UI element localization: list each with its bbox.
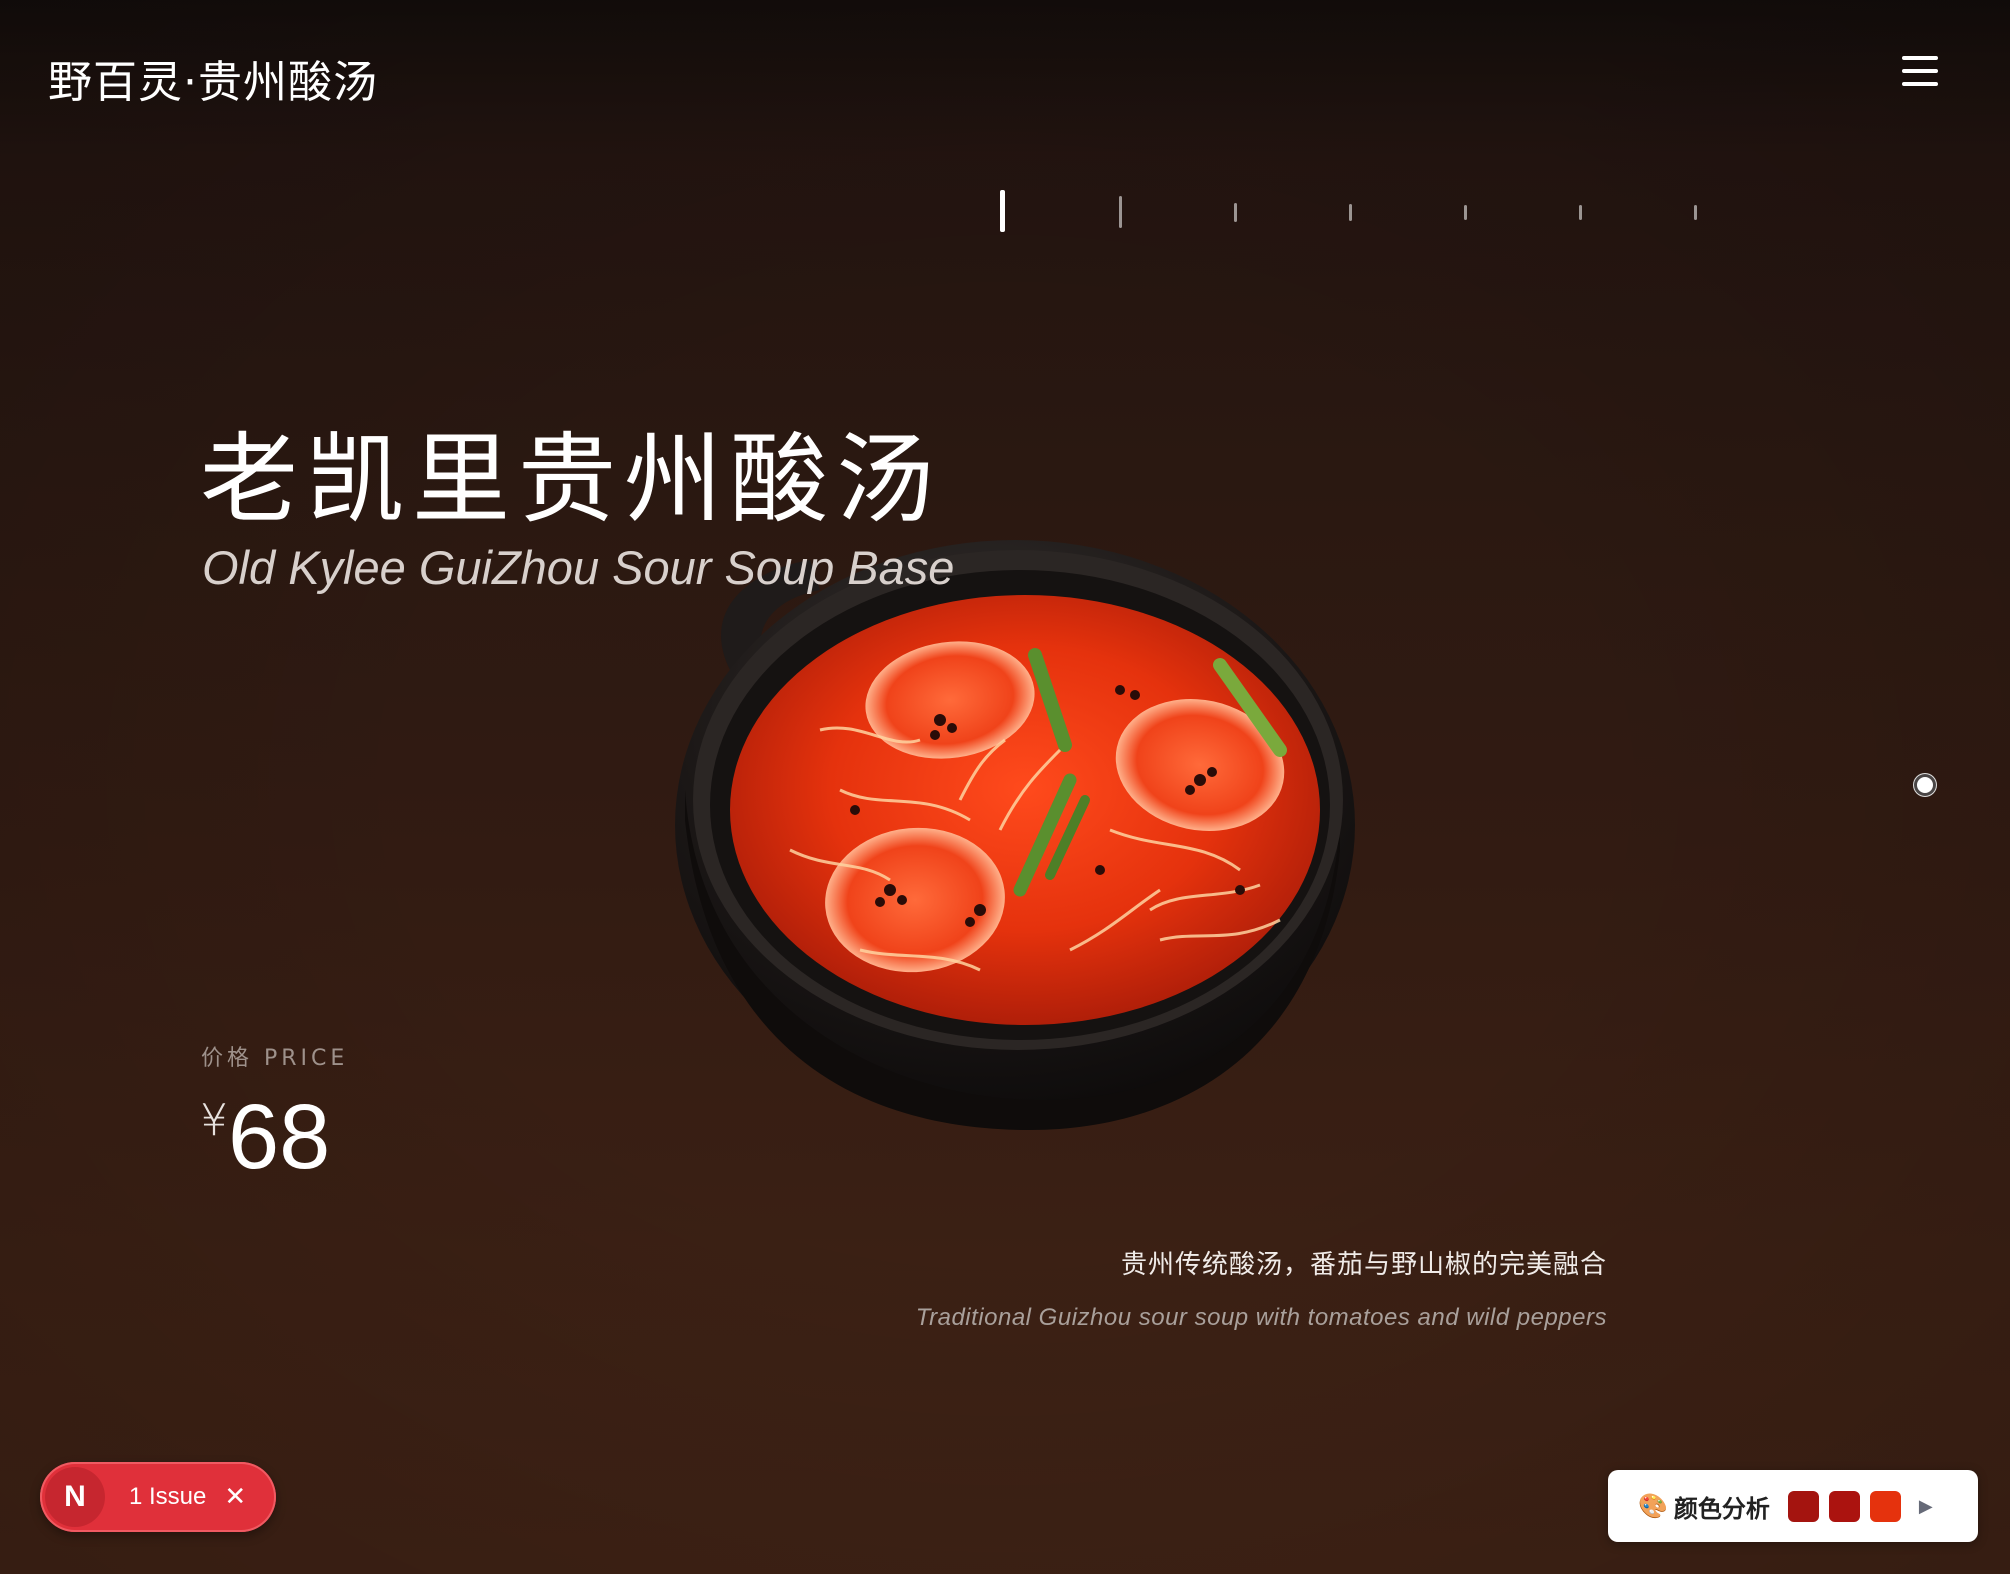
slide-tick-7[interactable] <box>1694 205 1697 220</box>
issue-count-label[interactable]: 1 Issue <box>129 1483 206 1511</box>
close-icon[interactable]: ✕ <box>224 1482 246 1512</box>
price-display: ¥68 <box>200 1085 330 1190</box>
slide-tick-6[interactable] <box>1579 205 1582 220</box>
issues-badge[interactable]: N 1 Issue ✕ <box>40 1462 276 1532</box>
slide-tick-5[interactable] <box>1464 205 1467 220</box>
description-cn: 贵州传统酸汤，番茄与野山椒的完美融合 <box>1120 1250 1607 1280</box>
color-analysis-widget[interactable]: 🎨 颜色分析 ▶ <box>1608 1470 1978 1542</box>
price-label: 价格 PRICE <box>201 1046 349 1071</box>
slide-tick-2[interactable] <box>1119 196 1122 228</box>
hamburger-menu-icon[interactable] <box>1900 54 1942 88</box>
palette-icon: 🎨 <box>1638 1492 1668 1520</box>
color-swatch-3[interactable] <box>1869 1490 1901 1522</box>
play-icon[interactable]: ▶ <box>1919 1496 1933 1517</box>
price-value: 68 <box>228 1086 331 1188</box>
slide-tick-4[interactable] <box>1349 204 1352 221</box>
scroll-indicator-dot[interactable] <box>1914 774 1936 796</box>
currency-symbol: ¥ <box>200 1095 228 1146</box>
color-swatch-2[interactable] <box>1828 1490 1860 1522</box>
slide-tick-3[interactable] <box>1234 203 1237 222</box>
brand-logo[interactable]: 野百灵·贵州酸汤 <box>48 46 378 110</box>
slide-indicator <box>1000 190 1720 234</box>
slide-tick-1[interactable] <box>1000 190 1005 232</box>
description-en: Traditional Guizhou sour soup with tomat… <box>915 1304 1607 1331</box>
color-swatch-1[interactable] <box>1787 1490 1819 1522</box>
color-analysis-title: 颜色分析 <box>1673 1494 1770 1523</box>
next-logo-icon[interactable]: N <box>45 1467 105 1527</box>
dish-title-en: Old Kylee GuiZhou Sour Soup Base <box>202 541 955 594</box>
